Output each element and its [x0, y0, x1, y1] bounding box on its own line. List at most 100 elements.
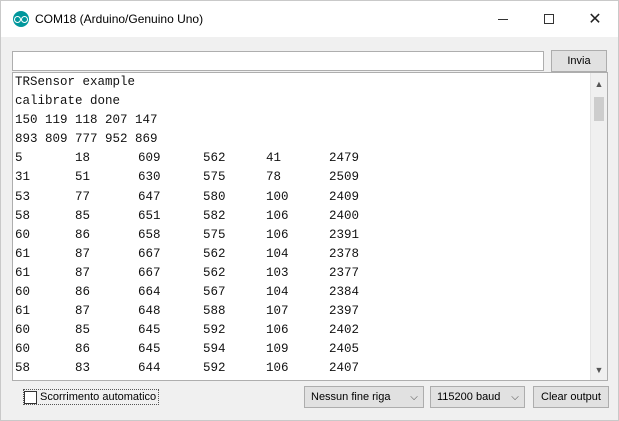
output-cell: 575	[203, 227, 226, 242]
output-cell: 87	[75, 304, 91, 319]
line-ending-select[interactable]: Nessun fine riga ⌵	[304, 386, 424, 408]
output-cell: 106	[266, 208, 289, 223]
output-cell: 106	[266, 361, 289, 376]
output-line: calibrate done	[15, 92, 585, 111]
window-title: COM18 (Arduino/Genuino Uno)	[35, 12, 204, 26]
output-cell: 106	[266, 227, 289, 242]
output-cell: 78	[266, 170, 282, 185]
output-cell: 2509	[329, 170, 360, 185]
output-cell: 567	[203, 285, 226, 300]
output-cell: 103	[266, 265, 289, 280]
output-line: 61 87 648 588 107 2397	[15, 302, 585, 321]
output-cell: 2378	[329, 246, 360, 261]
output-cell: 562	[203, 151, 226, 166]
output-cell: 2407	[329, 361, 360, 376]
output-cell: 644	[138, 361, 161, 376]
output-cell: 575	[203, 170, 226, 185]
send-button[interactable]: Invia	[551, 50, 607, 72]
output-cell: calibrate done	[15, 94, 121, 109]
output-cell: 648	[138, 304, 161, 319]
output-cell: 109	[266, 342, 289, 357]
scroll-thumb[interactable]	[594, 97, 604, 121]
title-bar[interactable]: COM18 (Arduino/Genuino Uno) ✕	[1, 1, 618, 37]
output-line: 5 18 609 562 41 2479	[15, 149, 585, 168]
output-cell: TRSensor example	[15, 75, 136, 89]
output-cell: 60	[15, 227, 31, 242]
output-cell: 592	[203, 323, 226, 338]
send-row: Invia	[1, 37, 618, 73]
scroll-up-icon[interactable]: ▲	[591, 75, 607, 92]
output-cell: 2384	[329, 285, 360, 300]
output-line: 53 77 647 580 100 2409	[15, 188, 585, 207]
output-cell: 580	[203, 189, 226, 204]
close-button[interactable]: ✕	[572, 1, 618, 37]
clear-output-button[interactable]: Clear output	[533, 386, 609, 408]
output-line: 150 119 118 207 147	[15, 111, 585, 130]
output-cell: 18	[75, 151, 91, 166]
output-cell: 2397	[329, 304, 360, 319]
output-cell: 658	[138, 227, 161, 242]
output-cell: 664	[138, 285, 161, 300]
send-input[interactable]	[12, 51, 544, 71]
output-cell: 594	[203, 342, 226, 357]
output-cell: 51	[75, 170, 91, 185]
output-line: 60 85 645 592 106 2402	[15, 321, 585, 340]
output-line: 58 83 644 592 106 2407	[15, 359, 585, 378]
output-cell: 61	[15, 304, 31, 319]
output-cell: 647	[138, 189, 161, 204]
output-cell: 150 119 118 207 147	[15, 113, 158, 128]
autoscroll-checkbox[interactable]	[24, 390, 37, 404]
output-cell: 104	[266, 285, 289, 300]
output-cell: 87	[75, 265, 91, 280]
output-cell: 106	[266, 323, 289, 338]
output-cell: 87	[75, 246, 91, 261]
output-cell: 667	[138, 265, 161, 280]
output-cell: 86	[75, 342, 91, 357]
output-cell: 588	[203, 304, 226, 319]
baud-rate-value: 115200 baud	[437, 391, 501, 403]
output-cell: 77	[75, 189, 91, 204]
output-cell: 53	[15, 189, 31, 204]
close-icon: ✕	[588, 11, 602, 28]
minimize-icon	[498, 18, 508, 20]
output-cell: 5	[15, 151, 23, 166]
serial-monitor-window: COM18 (Arduino/Genuino Uno) ✕ Invia TRSe…	[0, 0, 619, 421]
output-cell: 61	[15, 246, 31, 261]
output-line: 60 86 658 575 106 2391	[15, 226, 585, 245]
autoscroll-label: Scorrimento automatico	[40, 391, 157, 403]
output-cell: 592	[203, 361, 226, 376]
output-cell: 2402	[329, 323, 360, 338]
output-cell: 60	[15, 323, 31, 338]
maximize-button[interactable]	[526, 1, 572, 37]
output-cell: 83	[75, 361, 91, 376]
output-cell: 645	[138, 342, 161, 357]
output-line: 31 51 630 575 78 2509	[15, 168, 585, 187]
minimize-button[interactable]	[480, 1, 526, 37]
output-cell: 31	[15, 170, 31, 185]
output-cell: 85	[75, 208, 91, 223]
output-cell: 2391	[329, 227, 360, 242]
baud-rate-select[interactable]: 115200 baud ⌵	[430, 386, 525, 408]
vertical-scrollbar[interactable]: ▲ ▼	[590, 73, 607, 380]
output-line: 58 85 651 582 106 2400	[15, 207, 585, 226]
output-cell: 2409	[329, 189, 360, 204]
output-cell: 2377	[329, 265, 360, 280]
output-cell: 60	[15, 342, 31, 357]
output-cell: 2400	[329, 208, 360, 223]
output-cell: 58	[15, 361, 31, 376]
serial-output[interactable]: TRSensor example calibrate done 150 119 11…	[12, 72, 608, 381]
output-cell: 651	[138, 208, 161, 223]
output-cell: 630	[138, 170, 161, 185]
output-cell: 582	[203, 208, 226, 223]
output-cell: 2405	[329, 342, 360, 357]
output-line: 60 86 664 567 104 2384	[15, 283, 585, 302]
scroll-down-icon[interactable]: ▼	[591, 361, 607, 378]
output-cell: 609	[138, 151, 161, 166]
line-ending-value: Nessun fine riga	[311, 391, 391, 403]
output-line: 60 86 645 594 109 2405	[15, 340, 585, 359]
output-line: 61 87 667 562 103 2377	[15, 264, 585, 283]
output-cell: 104	[266, 246, 289, 261]
output-cell: 86	[75, 285, 91, 300]
output-cell: 61	[15, 265, 31, 280]
autoscroll-toggle[interactable]: Scorrimento automatico	[23, 389, 160, 405]
